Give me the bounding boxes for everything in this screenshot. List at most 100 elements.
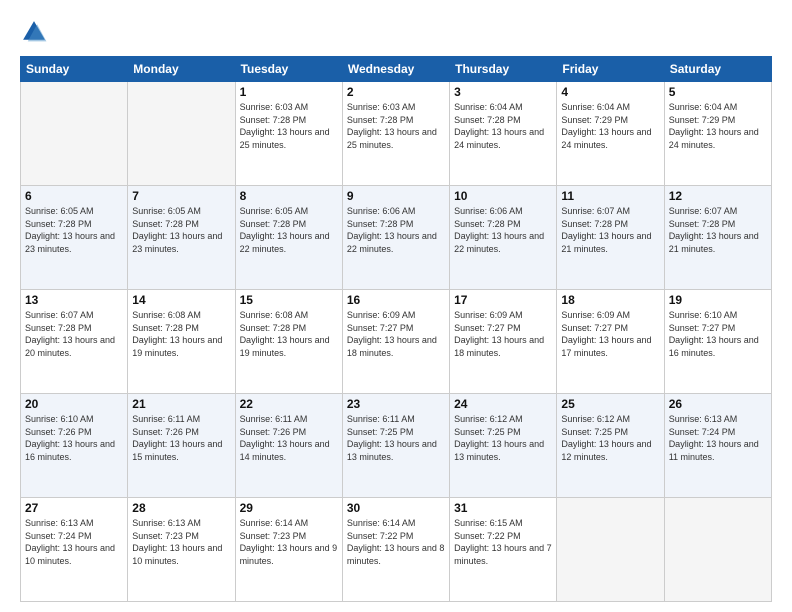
day-info: Sunrise: 6:04 AMSunset: 7:29 PMDaylight:… bbox=[669, 101, 767, 151]
day-number: 3 bbox=[454, 85, 552, 99]
day-info: Sunrise: 6:04 AMSunset: 7:28 PMDaylight:… bbox=[454, 101, 552, 151]
week-row-1: 1 Sunrise: 6:03 AMSunset: 7:28 PMDaylight… bbox=[21, 82, 772, 186]
day-number: 30 bbox=[347, 501, 445, 515]
day-info: Sunrise: 6:12 AMSunset: 7:25 PMDaylight:… bbox=[561, 413, 659, 463]
day-cell: 17Sunrise: 6:09 AMSunset: 7:27 PMDayligh… bbox=[450, 290, 557, 394]
day-info: Sunrise: 6:07 AMSunset: 7:28 PMDaylight:… bbox=[669, 205, 767, 255]
day-number: 4 bbox=[561, 85, 659, 99]
weekday-header-friday: Friday bbox=[557, 57, 664, 82]
day-info: Sunrise: 6:09 AMSunset: 7:27 PMDaylight:… bbox=[347, 309, 445, 359]
day-cell: 9 Sunrise: 6:06 AMSunset: 7:28 PMDaylight… bbox=[342, 186, 449, 290]
day-info: Sunrise: 6:15 AMSunset: 7:22 PMDaylight:… bbox=[454, 517, 552, 567]
calendar: SundayMondayTuesdayWednesdayThursdayFrid… bbox=[20, 56, 772, 602]
day-number: 31 bbox=[454, 501, 552, 515]
logo bbox=[20, 18, 50, 46]
day-info: Sunrise: 6:09 AMSunset: 7:27 PMDaylight:… bbox=[561, 309, 659, 359]
day-cell bbox=[664, 498, 771, 602]
day-info: Sunrise: 6:03 AMSunset: 7:28 PMDaylight:… bbox=[347, 101, 445, 151]
day-number: 21 bbox=[132, 397, 230, 411]
day-number: 1 bbox=[240, 85, 338, 99]
page: SundayMondayTuesdayWednesdayThursdayFrid… bbox=[0, 0, 792, 612]
day-cell: 1Sunrise: 6:03 AMSunset: 7:28 PMDaylight… bbox=[235, 82, 342, 186]
day-info: Sunrise: 6:11 AMSunset: 7:25 PMDaylight:… bbox=[347, 413, 445, 463]
day-info: Sunrise: 6:11 AMSunset: 7:26 PMDaylight:… bbox=[240, 413, 338, 463]
day-cell: 13Sunrise: 6:07 AMSunset: 7:28 PMDayligh… bbox=[21, 290, 128, 394]
day-number: 18 bbox=[561, 293, 659, 307]
day-info: Sunrise: 6:06 AMSunset: 7:28 PMDaylight:… bbox=[347, 205, 445, 255]
week-row-3: 13Sunrise: 6:07 AMSunset: 7:28 PMDayligh… bbox=[21, 290, 772, 394]
week-row-4: 20 Sunrise: 6:10 AMSunset: 7:26 PMDayligh… bbox=[21, 394, 772, 498]
week-row-2: 6 Sunrise: 6:05 AMSunset: 7:28 PMDaylight… bbox=[21, 186, 772, 290]
day-info: Sunrise: 6:14 AMSunset: 7:22 PMDaylight:… bbox=[347, 517, 445, 567]
day-cell: 3 Sunrise: 6:04 AMSunset: 7:28 PMDaylight… bbox=[450, 82, 557, 186]
day-number: 14 bbox=[132, 293, 230, 307]
weekday-header-tuesday: Tuesday bbox=[235, 57, 342, 82]
day-info: Sunrise: 6:13 AMSunset: 7:24 PMDaylight:… bbox=[669, 413, 767, 463]
weekday-header-sunday: Sunday bbox=[21, 57, 128, 82]
day-info: Sunrise: 6:13 AMSunset: 7:24 PMDaylight:… bbox=[25, 517, 123, 567]
day-number: 12 bbox=[669, 189, 767, 203]
day-cell: 11Sunrise: 6:07 AMSunset: 7:28 PMDayligh… bbox=[557, 186, 664, 290]
day-cell: 24Sunrise: 6:12 AMSunset: 7:25 PMDayligh… bbox=[450, 394, 557, 498]
day-info: Sunrise: 6:11 AMSunset: 7:26 PMDaylight:… bbox=[132, 413, 230, 463]
day-number: 22 bbox=[240, 397, 338, 411]
day-cell: 10Sunrise: 6:06 AMSunset: 7:28 PMDayligh… bbox=[450, 186, 557, 290]
day-cell bbox=[128, 82, 235, 186]
day-cell: 20 Sunrise: 6:10 AMSunset: 7:26 PMDayligh… bbox=[21, 394, 128, 498]
day-number: 25 bbox=[561, 397, 659, 411]
day-number: 23 bbox=[347, 397, 445, 411]
day-cell: 22 Sunrise: 6:11 AMSunset: 7:26 PMDayligh… bbox=[235, 394, 342, 498]
day-info: Sunrise: 6:14 AMSunset: 7:23 PMDaylight:… bbox=[240, 517, 338, 567]
day-number: 16 bbox=[347, 293, 445, 307]
day-info: Sunrise: 6:05 AMSunset: 7:28 PMDaylight:… bbox=[25, 205, 123, 255]
logo-icon bbox=[20, 18, 48, 46]
day-info: Sunrise: 6:05 AMSunset: 7:28 PMDaylight:… bbox=[132, 205, 230, 255]
day-cell: 25 Sunrise: 6:12 AMSunset: 7:25 PMDayligh… bbox=[557, 394, 664, 498]
header bbox=[20, 18, 772, 46]
day-number: 2 bbox=[347, 85, 445, 99]
day-cell bbox=[557, 498, 664, 602]
day-cell: 31 Sunrise: 6:15 AMSunset: 7:22 PMDayligh… bbox=[450, 498, 557, 602]
day-info: Sunrise: 6:07 AMSunset: 7:28 PMDaylight:… bbox=[25, 309, 123, 359]
weekday-header-thursday: Thursday bbox=[450, 57, 557, 82]
day-info: Sunrise: 6:08 AMSunset: 7:28 PMDaylight:… bbox=[132, 309, 230, 359]
day-info: Sunrise: 6:07 AMSunset: 7:28 PMDaylight:… bbox=[561, 205, 659, 255]
day-info: Sunrise: 6:12 AMSunset: 7:25 PMDaylight:… bbox=[454, 413, 552, 463]
day-number: 19 bbox=[669, 293, 767, 307]
day-cell: 5Sunrise: 6:04 AMSunset: 7:29 PMDaylight… bbox=[664, 82, 771, 186]
day-cell: 29 Sunrise: 6:14 AMSunset: 7:23 PMDayligh… bbox=[235, 498, 342, 602]
day-cell: 12 Sunrise: 6:07 AMSunset: 7:28 PMDayligh… bbox=[664, 186, 771, 290]
day-info: Sunrise: 6:10 AMSunset: 7:26 PMDaylight:… bbox=[25, 413, 123, 463]
day-info: Sunrise: 6:13 AMSunset: 7:23 PMDaylight:… bbox=[132, 517, 230, 567]
day-info: Sunrise: 6:04 AMSunset: 7:29 PMDaylight:… bbox=[561, 101, 659, 151]
day-cell: 7Sunrise: 6:05 AMSunset: 7:28 PMDaylight… bbox=[128, 186, 235, 290]
day-cell bbox=[21, 82, 128, 186]
day-info: Sunrise: 6:08 AMSunset: 7:28 PMDaylight:… bbox=[240, 309, 338, 359]
day-info: Sunrise: 6:06 AMSunset: 7:28 PMDaylight:… bbox=[454, 205, 552, 255]
day-cell: 2 Sunrise: 6:03 AMSunset: 7:28 PMDaylight… bbox=[342, 82, 449, 186]
day-cell: 27 Sunrise: 6:13 AMSunset: 7:24 PMDayligh… bbox=[21, 498, 128, 602]
day-info: Sunrise: 6:05 AMSunset: 7:28 PMDaylight:… bbox=[240, 205, 338, 255]
day-number: 15 bbox=[240, 293, 338, 307]
day-cell: 30 Sunrise: 6:14 AMSunset: 7:22 PMDayligh… bbox=[342, 498, 449, 602]
day-cell: 8Sunrise: 6:05 AMSunset: 7:28 PMDaylight… bbox=[235, 186, 342, 290]
day-cell: 21 Sunrise: 6:11 AMSunset: 7:26 PMDayligh… bbox=[128, 394, 235, 498]
week-row-5: 27 Sunrise: 6:13 AMSunset: 7:24 PMDayligh… bbox=[21, 498, 772, 602]
day-info: Sunrise: 6:09 AMSunset: 7:27 PMDaylight:… bbox=[454, 309, 552, 359]
day-cell: 26 Sunrise: 6:13 AMSunset: 7:24 PMDayligh… bbox=[664, 394, 771, 498]
day-number: 29 bbox=[240, 501, 338, 515]
day-cell: 23 Sunrise: 6:11 AMSunset: 7:25 PMDayligh… bbox=[342, 394, 449, 498]
day-cell: 19 Sunrise: 6:10 AMSunset: 7:27 PMDayligh… bbox=[664, 290, 771, 394]
day-number: 9 bbox=[347, 189, 445, 203]
weekday-header-monday: Monday bbox=[128, 57, 235, 82]
day-number: 27 bbox=[25, 501, 123, 515]
day-number: 26 bbox=[669, 397, 767, 411]
day-number: 6 bbox=[25, 189, 123, 203]
day-number: 20 bbox=[25, 397, 123, 411]
day-cell: 16 Sunrise: 6:09 AMSunset: 7:27 PMDayligh… bbox=[342, 290, 449, 394]
day-cell: 18 Sunrise: 6:09 AMSunset: 7:27 PMDayligh… bbox=[557, 290, 664, 394]
day-cell: 14 Sunrise: 6:08 AMSunset: 7:28 PMDayligh… bbox=[128, 290, 235, 394]
weekday-header-row: SundayMondayTuesdayWednesdayThursdayFrid… bbox=[21, 57, 772, 82]
day-info: Sunrise: 6:10 AMSunset: 7:27 PMDaylight:… bbox=[669, 309, 767, 359]
day-number: 28 bbox=[132, 501, 230, 515]
